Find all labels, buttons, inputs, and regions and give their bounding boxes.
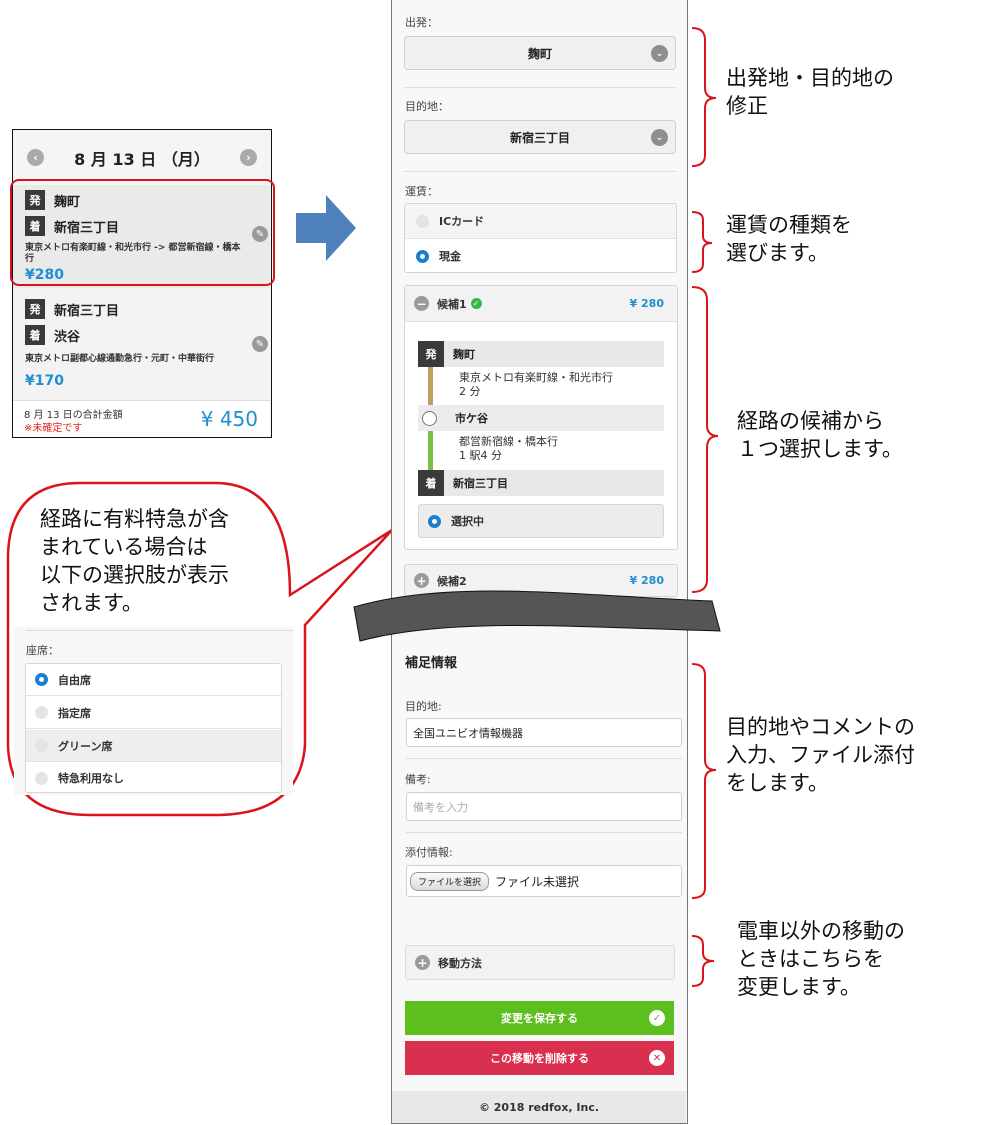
pencil-icon[interactable]: ✎ <box>252 336 268 352</box>
radio-selected-icon <box>428 514 441 528</box>
chevron-down-icon: ⌄ <box>651 129 668 146</box>
chevron-right-icon[interactable]: › <box>240 149 257 166</box>
date-header: ‹ 8 月 13 日 （月） › <box>13 130 271 185</box>
arrive-badge: 着 <box>25 325 45 345</box>
radio-icon <box>416 214 429 228</box>
arrow-right-icon <box>296 195 356 261</box>
total-bar: 8 月 13 日の合計金額 ※未確定です ¥ 450 <box>13 400 270 437</box>
departure-select[interactable]: 麹町 ⌄ <box>404 36 676 70</box>
route-transfer: 市ケ谷 <box>418 405 664 431</box>
transport-method[interactable]: + 移動方法 <box>405 945 675 980</box>
fare-label: 運賃： <box>405 185 438 198</box>
save-button[interactable]: 変更を保存する ✓ <box>405 1001 674 1035</box>
chevron-down-icon: ⌄ <box>651 45 668 62</box>
fare-options: ICカード 現金 <box>404 203 677 273</box>
chevron-left-icon[interactable]: ‹ <box>27 149 44 166</box>
transfer-circle-icon <box>422 410 437 426</box>
radio-selected-icon <box>35 673 48 686</box>
trip-item[interactable]: 発 新宿三丁目 着 渋谷 東京メトロ副都心線通勤急行・元町・中華街行 ¥170 … <box>13 292 270 397</box>
footer: © 2018 redfox, Inc. <box>392 1091 686 1123</box>
radio-icon <box>35 771 48 785</box>
route-departure: 発 麹町 <box>418 341 664 367</box>
remarks-input[interactable]: 備考を入力 <box>406 792 682 821</box>
remarks-label: 備考: <box>405 773 431 786</box>
route-arrival: 着 新宿三丁目 <box>418 470 664 496</box>
highlight-frame <box>10 179 275 286</box>
annotation-supplement: 目的地やコメントの 入力、ファイル添付 をします。 <box>726 715 915 795</box>
route-segment-1: 東京メトロ有楽町線・和光市行 2 分 <box>459 371 613 398</box>
phone-screen: 出発： 麹町 ⌄ 目的地： 新宿三丁目 ⌄ 運賃： ICカード 現金 − 候補1… <box>391 0 688 1124</box>
date-title: 8 月 13 日 （月） <box>74 149 210 169</box>
trip-from: 新宿三丁目 <box>54 303 120 319</box>
trip-line: 東京メトロ副都心線通勤急行・元町・中華街行 <box>25 354 215 364</box>
seat-option-reserved[interactable]: 指定席 <box>26 697 281 729</box>
total-amount: ¥ 450 <box>200 407 258 431</box>
seat-label: 座席： <box>26 644 59 657</box>
fare-option-ic[interactable]: ICカード <box>405 204 676 239</box>
annotation-transport: 電車以外の移動の ときはこちらを 変更します。 <box>737 919 905 999</box>
unconfirmed-note: ※未確定です <box>24 423 83 434</box>
seat-option-free[interactable]: 自由席 <box>26 664 281 696</box>
select-candidate-1[interactable]: 選択中 <box>418 504 664 538</box>
departure-label: 出発： <box>405 16 438 29</box>
depart-badge: 発 <box>25 299 45 319</box>
destination-select[interactable]: 新宿三丁目 ⌄ <box>404 120 676 154</box>
seat-option-green[interactable]: グリーン席 <box>26 730 281 762</box>
supplement-title: 補足情報 <box>405 656 458 671</box>
candidate-1-header[interactable]: − 候補1 ✓ ¥ 280 <box>405 286 677 322</box>
file-status: ファイル未選択 <box>495 874 580 889</box>
route-segment-2: 都営新宿線・橋本行 1 駅4 分 <box>459 435 558 462</box>
plus-circle-icon: + <box>415 955 430 970</box>
fare-option-cash[interactable]: 現金 <box>405 239 676 273</box>
annotation-fare: 運賃の種類を 選びます。 <box>726 213 852 265</box>
annotation-brackets <box>691 27 719 987</box>
seat-panel: 座席： 自由席 指定席 グリーン席 特急利用なし <box>14 627 293 795</box>
check-icon: ✓ <box>649 1010 665 1026</box>
dest-field-label: 目的地: <box>405 700 442 713</box>
radio-icon <box>35 706 48 719</box>
minus-circle-icon: − <box>414 296 429 311</box>
file-select-button[interactable]: ファイルを選択 <box>410 871 490 891</box>
route-line-2 <box>428 428 433 470</box>
annotation-candidates: 経路の候補から １つ選択します。 <box>737 409 903 461</box>
section-break <box>353 590 721 642</box>
destination-input[interactable]: 全国ユニビオ情報機器 <box>406 718 682 747</box>
annotation-departure: 出発地・目的地の 修正 <box>726 66 894 118</box>
trip-price: ¥170 <box>25 373 64 389</box>
attachment-field: ファイルを選択 ファイル未選択 <box>406 865 682 897</box>
radio-selected-icon <box>416 249 429 263</box>
radio-icon <box>35 739 48 752</box>
bubble-text: 経路に有料特急が含 まれている場合は 以下の選択肢が表示 されます。 <box>40 507 229 615</box>
close-icon: ✕ <box>649 1050 665 1066</box>
destination-label: 目的地： <box>405 100 449 113</box>
route-candidate-1: − 候補1 ✓ ¥ 280 発 麹町 東京メトロ有楽町線・和光市行 2 分 市ケ… <box>404 285 678 550</box>
delete-button[interactable]: この移動を削除する ✕ <box>405 1041 674 1075</box>
attachment-label: 添付情報: <box>405 846 453 859</box>
check-circle-icon: ✓ <box>470 298 482 309</box>
seat-option-none[interactable]: 特急利用なし <box>26 763 281 793</box>
route-line-1 <box>428 364 433 408</box>
trip-to: 渋谷 <box>54 329 81 345</box>
